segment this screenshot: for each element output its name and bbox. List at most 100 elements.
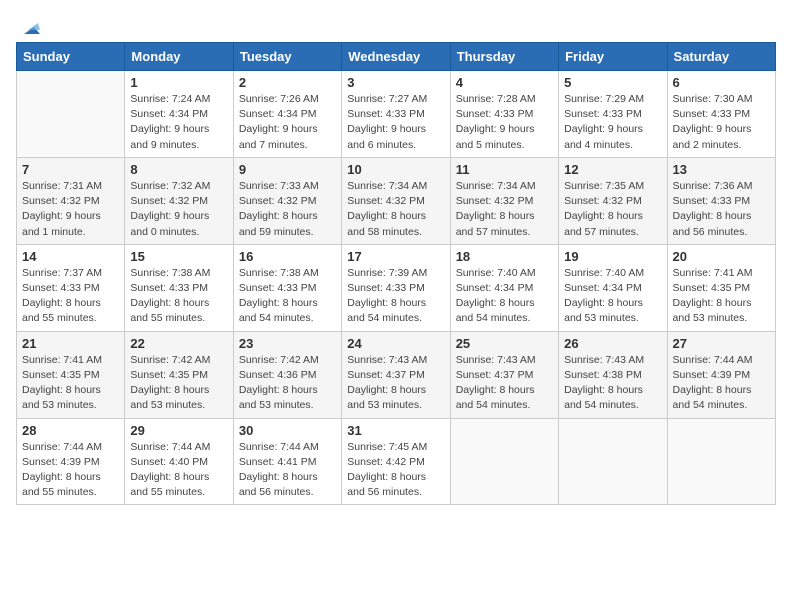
calendar-cell: 11Sunrise: 7:34 AM Sunset: 4:32 PM Dayli… xyxy=(450,157,558,244)
calendar-cell: 19Sunrise: 7:40 AM Sunset: 4:34 PM Dayli… xyxy=(559,244,667,331)
day-info: Sunrise: 7:44 AM Sunset: 4:39 PM Dayligh… xyxy=(22,440,119,501)
day-info: Sunrise: 7:37 AM Sunset: 4:33 PM Dayligh… xyxy=(22,266,119,327)
calendar-table: SundayMondayTuesdayWednesdayThursdayFrid… xyxy=(16,42,776,505)
calendar-cell xyxy=(559,418,667,505)
calendar-cell xyxy=(17,71,125,158)
day-info: Sunrise: 7:41 AM Sunset: 4:35 PM Dayligh… xyxy=(22,353,119,414)
day-number: 13 xyxy=(673,162,770,177)
day-info: Sunrise: 7:38 AM Sunset: 4:33 PM Dayligh… xyxy=(130,266,227,327)
day-info: Sunrise: 7:42 AM Sunset: 4:35 PM Dayligh… xyxy=(130,353,227,414)
calendar-cell xyxy=(667,418,775,505)
day-info: Sunrise: 7:36 AM Sunset: 4:33 PM Dayligh… xyxy=(673,179,770,240)
day-number: 30 xyxy=(239,423,336,438)
logo-block xyxy=(16,16,40,34)
calendar-cell: 17 Sunrise: 7:39 AM Sunset: 4:33 PM Dayli… xyxy=(342,244,450,331)
weekday-header-monday: Monday xyxy=(125,43,233,71)
page-header xyxy=(16,16,776,34)
day-number: 9 xyxy=(239,162,336,177)
day-number: 23 xyxy=(239,336,336,351)
day-info: Sunrise: 7:44 AM Sunset: 4:40 PM Dayligh… xyxy=(130,440,227,501)
day-number: 18 xyxy=(456,249,553,264)
calendar-cell: 9 Sunrise: 7:33 AM Sunset: 4:32 PM Daylig… xyxy=(233,157,341,244)
calendar-cell: 22 Sunrise: 7:42 AM Sunset: 4:35 PM Dayli… xyxy=(125,331,233,418)
day-info: Sunrise: 7:45 AM Sunset: 4:42 PM Dayligh… xyxy=(347,440,444,501)
day-info: Sunrise: 7:43 AM Sunset: 4:37 PM Dayligh… xyxy=(347,353,444,414)
weekday-header-thursday: Thursday xyxy=(450,43,558,71)
day-number: 24 xyxy=(347,336,444,351)
day-info: Sunrise: 7:42 AM Sunset: 4:36 PM Dayligh… xyxy=(239,353,336,414)
calendar-week-row: 1 Sunrise: 7:24 AM Sunset: 4:34 PM Daylig… xyxy=(17,71,776,158)
calendar-cell: 14 Sunrise: 7:37 AM Sunset: 4:33 PM Dayli… xyxy=(17,244,125,331)
day-number: 3 xyxy=(347,75,444,90)
day-info: Sunrise: 7:43 AM Sunset: 4:37 PM Dayligh… xyxy=(456,353,553,414)
calendar-cell: 18 Sunrise: 7:40 AM Sunset: 4:34 PM Dayli… xyxy=(450,244,558,331)
day-info: Sunrise: 7:44 AM Sunset: 4:41 PM Dayligh… xyxy=(239,440,336,501)
calendar-cell: 21 Sunrise: 7:41 AM Sunset: 4:35 PM Dayli… xyxy=(17,331,125,418)
calendar-cell: 30 Sunrise: 7:44 AM Sunset: 4:41 PM Dayli… xyxy=(233,418,341,505)
day-number: 14 xyxy=(22,249,119,264)
day-info: Sunrise: 7:40 AM Sunset: 4:34 PM Dayligh… xyxy=(564,266,661,327)
calendar-cell: 27Sunrise: 7:44 AM Sunset: 4:39 PM Dayli… xyxy=(667,331,775,418)
calendar-week-row: 7 Sunrise: 7:31 AM Sunset: 4:32 PM Daylig… xyxy=(17,157,776,244)
weekday-header-wednesday: Wednesday xyxy=(342,43,450,71)
day-number: 26 xyxy=(564,336,661,351)
day-number: 4 xyxy=(456,75,553,90)
weekday-header-sunday: Sunday xyxy=(17,43,125,71)
day-number: 31 xyxy=(347,423,444,438)
day-info: Sunrise: 7:39 AM Sunset: 4:33 PM Dayligh… xyxy=(347,266,444,327)
calendar-cell: 28 Sunrise: 7:44 AM Sunset: 4:39 PM Dayli… xyxy=(17,418,125,505)
weekday-header-tuesday: Tuesday xyxy=(233,43,341,71)
weekday-header-friday: Friday xyxy=(559,43,667,71)
day-info: Sunrise: 7:29 AM Sunset: 4:33 PM Dayligh… xyxy=(564,92,661,153)
calendar-cell xyxy=(450,418,558,505)
day-number: 22 xyxy=(130,336,227,351)
day-number: 21 xyxy=(22,336,119,351)
calendar-cell: 7 Sunrise: 7:31 AM Sunset: 4:32 PM Daylig… xyxy=(17,157,125,244)
day-number: 12 xyxy=(564,162,661,177)
day-info: Sunrise: 7:35 AM Sunset: 4:32 PM Dayligh… xyxy=(564,179,661,240)
day-info: Sunrise: 7:28 AM Sunset: 4:33 PM Dayligh… xyxy=(456,92,553,153)
day-number: 8 xyxy=(130,162,227,177)
calendar-week-row: 21 Sunrise: 7:41 AM Sunset: 4:35 PM Dayli… xyxy=(17,331,776,418)
day-info: Sunrise: 7:24 AM Sunset: 4:34 PM Dayligh… xyxy=(130,92,227,153)
calendar-cell: 5 Sunrise: 7:29 AM Sunset: 4:33 PM Daylig… xyxy=(559,71,667,158)
day-info: Sunrise: 7:43 AM Sunset: 4:38 PM Dayligh… xyxy=(564,353,661,414)
day-number: 5 xyxy=(564,75,661,90)
day-number: 15 xyxy=(130,249,227,264)
day-number: 7 xyxy=(22,162,119,177)
calendar-cell: 26 Sunrise: 7:43 AM Sunset: 4:38 PM Dayli… xyxy=(559,331,667,418)
day-number: 1 xyxy=(130,75,227,90)
day-number: 10 xyxy=(347,162,444,177)
day-info: Sunrise: 7:38 AM Sunset: 4:33 PM Dayligh… xyxy=(239,266,336,327)
day-info: Sunrise: 7:41 AM Sunset: 4:35 PM Dayligh… xyxy=(673,266,770,327)
calendar-cell: 31 Sunrise: 7:45 AM Sunset: 4:42 PM Dayli… xyxy=(342,418,450,505)
calendar-cell: 25 Sunrise: 7:43 AM Sunset: 4:37 PM Dayli… xyxy=(450,331,558,418)
day-number: 27 xyxy=(673,336,770,351)
day-number: 16 xyxy=(239,249,336,264)
day-number: 6 xyxy=(673,75,770,90)
day-info: Sunrise: 7:34 AM Sunset: 4:32 PM Dayligh… xyxy=(347,179,444,240)
calendar-cell: 2Sunrise: 7:26 AM Sunset: 4:34 PM Daylig… xyxy=(233,71,341,158)
day-number: 17 xyxy=(347,249,444,264)
calendar-cell: 12 Sunrise: 7:35 AM Sunset: 4:32 PM Dayli… xyxy=(559,157,667,244)
calendar-cell: 16 Sunrise: 7:38 AM Sunset: 4:33 PM Dayli… xyxy=(233,244,341,331)
calendar-cell: 29Sunrise: 7:44 AM Sunset: 4:40 PM Dayli… xyxy=(125,418,233,505)
day-info: Sunrise: 7:26 AM Sunset: 4:34 PM Dayligh… xyxy=(239,92,336,153)
day-info: Sunrise: 7:33 AM Sunset: 4:32 PM Dayligh… xyxy=(239,179,336,240)
day-info: Sunrise: 7:27 AM Sunset: 4:33 PM Dayligh… xyxy=(347,92,444,153)
calendar-cell: 3 Sunrise: 7:27 AM Sunset: 4:33 PM Daylig… xyxy=(342,71,450,158)
logo xyxy=(16,16,40,34)
calendar-cell: 13 Sunrise: 7:36 AM Sunset: 4:33 PM Dayli… xyxy=(667,157,775,244)
day-info: Sunrise: 7:31 AM Sunset: 4:32 PM Dayligh… xyxy=(22,179,119,240)
calendar-cell: 1 Sunrise: 7:24 AM Sunset: 4:34 PM Daylig… xyxy=(125,71,233,158)
day-info: Sunrise: 7:32 AM Sunset: 4:32 PM Dayligh… xyxy=(130,179,227,240)
calendar-week-row: 28 Sunrise: 7:44 AM Sunset: 4:39 PM Dayli… xyxy=(17,418,776,505)
day-info: Sunrise: 7:40 AM Sunset: 4:34 PM Dayligh… xyxy=(456,266,553,327)
calendar-cell: 24 Sunrise: 7:43 AM Sunset: 4:37 PM Dayli… xyxy=(342,331,450,418)
day-number: 28 xyxy=(22,423,119,438)
day-number: 20 xyxy=(673,249,770,264)
day-info: Sunrise: 7:30 AM Sunset: 4:33 PM Dayligh… xyxy=(673,92,770,153)
logo-icon xyxy=(18,16,40,38)
calendar-cell: 20 Sunrise: 7:41 AM Sunset: 4:35 PM Dayli… xyxy=(667,244,775,331)
day-number: 25 xyxy=(456,336,553,351)
